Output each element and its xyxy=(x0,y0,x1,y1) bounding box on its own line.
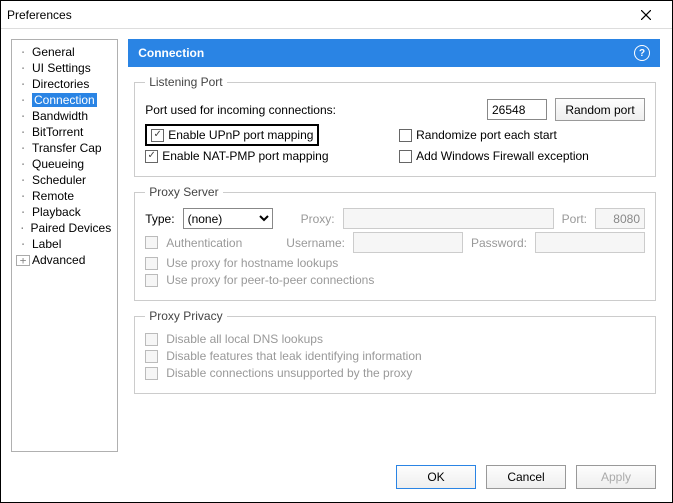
firewall-label: Add Windows Firewall exception xyxy=(416,149,589,163)
unsupported-checkbox xyxy=(145,367,158,380)
titlebar: Preferences xyxy=(1,1,672,29)
tree-bullet-icon: · xyxy=(16,126,30,139)
tree-item-ui-settings[interactable]: ·UI Settings xyxy=(14,60,115,76)
tree-item-advanced[interactable]: +Advanced xyxy=(14,252,115,268)
auth-label: Authentication xyxy=(166,236,242,250)
randomize-checkbox[interactable] xyxy=(399,129,412,142)
tree-item-queueing[interactable]: ·Queueing xyxy=(14,156,115,172)
hostname-label: Use proxy for hostname lookups xyxy=(166,256,338,270)
proxy-port-label: Port: xyxy=(562,212,587,226)
tree-item-label: Connection xyxy=(32,93,97,107)
close-icon[interactable] xyxy=(626,4,666,26)
p2p-checkbox xyxy=(145,274,158,287)
tree-item-general[interactable]: ·General xyxy=(14,44,115,60)
tree-item-label: Advanced xyxy=(32,253,85,267)
body: ·General·UI Settings·Directories·Connect… xyxy=(1,29,672,458)
port-input[interactable] xyxy=(487,99,547,120)
help-icon[interactable]: ? xyxy=(634,45,650,61)
tree-item-label: Bandwidth xyxy=(32,109,88,123)
auth-checkbox xyxy=(145,236,158,249)
ok-button[interactable]: OK xyxy=(396,465,476,489)
username-input xyxy=(353,232,463,253)
proxy-privacy-legend: Proxy Privacy xyxy=(145,309,226,323)
tree-item-scheduler[interactable]: ·Scheduler xyxy=(14,172,115,188)
tree-item-directories[interactable]: ·Directories xyxy=(14,76,115,92)
listening-port-legend: Listening Port xyxy=(145,75,226,89)
randomize-label: Randomize port each start xyxy=(416,128,557,142)
port-label: Port used for incoming connections: xyxy=(145,103,336,117)
leak-checkbox xyxy=(145,350,158,363)
username-label: Username: xyxy=(286,236,345,250)
proxy-server-group: Proxy Server Type: (none) Proxy: Port: A… xyxy=(134,185,656,301)
tree-item-label: Paired Devices xyxy=(31,221,112,235)
dns-checkbox xyxy=(145,333,158,346)
tree-bullet-icon: · xyxy=(16,190,30,203)
proxy-type-select[interactable]: (none) xyxy=(183,208,273,229)
tree-bullet-icon: · xyxy=(16,174,30,187)
p2p-label: Use proxy for peer-to-peer connections xyxy=(166,273,374,287)
unsupported-label: Disable connections unsupported by the p… xyxy=(166,366,412,380)
tree-bullet-icon: · xyxy=(16,238,30,251)
upnp-checkbox[interactable] xyxy=(151,129,164,142)
apply-button: Apply xyxy=(576,465,656,489)
dialog-footer: OK Cancel Apply xyxy=(1,458,672,502)
tree-item-label: BitTorrent xyxy=(32,125,83,139)
tree-item-label: Directories xyxy=(32,77,89,91)
tree-item-connection[interactable]: ·Connection xyxy=(14,92,115,108)
expand-icon[interactable]: + xyxy=(16,255,30,266)
category-tree[interactable]: ·General·UI Settings·Directories·Connect… xyxy=(11,39,118,452)
tree-bullet-icon: · xyxy=(16,94,30,107)
proxy-server-legend: Proxy Server xyxy=(145,185,222,199)
tree-item-label: Label xyxy=(32,237,61,251)
proxy-port-input xyxy=(595,208,645,229)
tree-item-label: Remote xyxy=(32,189,74,203)
tree-bullet-icon: · xyxy=(16,158,30,171)
proxy-type-label: Type: xyxy=(145,212,174,226)
settings-panel: Listening Port Port used for incoming co… xyxy=(128,67,660,452)
preferences-window: Preferences ·General·UI Settings·Directo… xyxy=(0,0,673,503)
tree-item-remote[interactable]: ·Remote xyxy=(14,188,115,204)
tree-item-label: Playback xyxy=(32,205,81,219)
tree-bullet-icon: · xyxy=(16,46,30,59)
content-panel: Connection ? Listening Port Port used fo… xyxy=(128,39,660,452)
password-label: Password: xyxy=(471,236,527,250)
tree-item-bandwidth[interactable]: ·Bandwidth xyxy=(14,108,115,124)
tree-item-label: UI Settings xyxy=(32,61,91,75)
tree-item-transfer-cap[interactable]: ·Transfer Cap xyxy=(14,140,115,156)
natpmp-checkbox[interactable] xyxy=(145,150,158,163)
upnp-highlight: Enable UPnP port mapping xyxy=(145,124,319,146)
tree-bullet-icon: · xyxy=(16,110,30,123)
tree-bullet-icon: · xyxy=(16,206,30,219)
tree-bullet-icon: · xyxy=(16,62,30,75)
leak-label: Disable features that leak identifying i… xyxy=(166,349,421,363)
dns-label: Disable all local DNS lookups xyxy=(166,332,323,346)
tree-item-playback[interactable]: ·Playback xyxy=(14,204,115,220)
tree-item-paired-devices[interactable]: ·Paired Devices xyxy=(14,220,115,236)
tree-bullet-icon: · xyxy=(16,78,30,91)
cancel-button[interactable]: Cancel xyxy=(486,465,566,489)
proxy-host-input xyxy=(343,208,554,229)
tree-item-label: General xyxy=(32,45,75,59)
proxy-privacy-group: Proxy Privacy Disable all local DNS look… xyxy=(134,309,656,394)
natpmp-label: Enable NAT-PMP port mapping xyxy=(162,149,328,163)
firewall-checkbox[interactable] xyxy=(399,150,412,163)
tree-item-label[interactable]: ·Label xyxy=(14,236,115,252)
upnp-label: Enable UPnP port mapping xyxy=(168,128,313,142)
window-title: Preferences xyxy=(7,8,626,22)
password-input xyxy=(535,232,645,253)
tree-item-label: Scheduler xyxy=(32,173,86,187)
panel-header: Connection ? xyxy=(128,39,660,67)
tree-item-label: Transfer Cap xyxy=(32,141,102,155)
proxy-host-label: Proxy: xyxy=(301,212,335,226)
tree-item-label: Queueing xyxy=(32,157,84,171)
hostname-checkbox xyxy=(145,257,158,270)
random-port-button[interactable]: Random port xyxy=(555,98,645,121)
tree-item-bittorrent[interactable]: ·BitTorrent xyxy=(14,124,115,140)
tree-bullet-icon: · xyxy=(16,222,29,235)
tree-bullet-icon: · xyxy=(16,142,30,155)
panel-title: Connection xyxy=(138,46,204,60)
listening-port-group: Listening Port Port used for incoming co… xyxy=(134,75,656,177)
